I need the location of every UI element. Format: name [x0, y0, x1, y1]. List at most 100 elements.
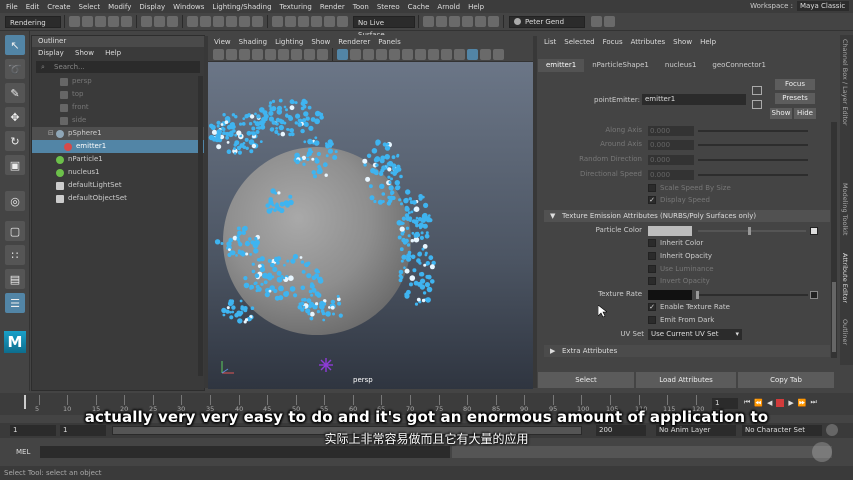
wireframe-icon[interactable]	[350, 49, 361, 60]
select-button[interactable]: Select	[538, 372, 634, 388]
invert-opacity-checkbox[interactable]: Invert Opacity	[648, 277, 710, 285]
menu-help[interactable]: Help	[468, 3, 484, 11]
sidetab-modeling-toolkit[interactable]: Modeling Toolkit	[841, 183, 849, 235]
menu-create[interactable]: Create	[47, 3, 70, 11]
snap-curve-icon[interactable]	[285, 16, 296, 27]
bookmark-icon[interactable]	[239, 49, 250, 60]
ae-menu-show[interactable]: Show	[673, 38, 692, 46]
load-attributes-button[interactable]: Load Attributes	[636, 372, 736, 388]
menu-lighting-shading[interactable]: Lighting/Shading	[212, 3, 271, 11]
outliner-menu-show[interactable]: Show	[75, 49, 94, 57]
menu-cache[interactable]: Cache	[408, 3, 430, 11]
mel-command-input[interactable]	[40, 446, 450, 458]
particle-color-swatch[interactable]	[648, 226, 692, 236]
select-component-icon[interactable]	[167, 16, 178, 27]
outliner-menu-help[interactable]: Help	[105, 49, 121, 57]
hide-button[interactable]: Hide	[794, 108, 816, 119]
ae-scrollbar[interactable]	[831, 122, 837, 358]
menu-render[interactable]: Render	[320, 3, 345, 11]
mask-icon[interactable]	[187, 16, 198, 27]
menu-select[interactable]: Select	[79, 3, 101, 11]
random-direction-field[interactable]: 0.000	[648, 155, 694, 165]
viewport-menu-panels[interactable]: Panels	[378, 38, 401, 46]
menu-toon[interactable]: Toon	[353, 3, 369, 11]
search-icon[interactable]	[591, 16, 602, 27]
history-icon[interactable]	[423, 16, 434, 27]
user-account-dropdown[interactable]: Peter Gend	[509, 15, 585, 28]
textured-icon[interactable]	[389, 49, 400, 60]
tab-emitter1[interactable]: emitter1	[538, 58, 585, 72]
ae-menu-focus[interactable]: Focus	[603, 38, 623, 46]
menu-arnold[interactable]: Arnold	[437, 3, 460, 11]
menuset-dropdown[interactable]: Rendering	[5, 15, 61, 28]
depth-of-field-icon[interactable]	[467, 49, 478, 60]
tab-nucleus1[interactable]: nucleus1	[657, 59, 705, 72]
mask-icon[interactable]	[200, 16, 211, 27]
ipr-render-icon[interactable]	[449, 16, 460, 27]
outliner-item-front[interactable]: front	[32, 101, 204, 114]
mask-icon[interactable]	[252, 16, 263, 27]
current-time-marker[interactable]	[24, 395, 26, 409]
step-forward-key-icon[interactable]: ⏩	[798, 399, 807, 407]
collapse-icon[interactable]: ⊟	[48, 127, 56, 140]
go-to-end-icon[interactable]: ⏭	[811, 398, 817, 407]
snap-live-icon[interactable]	[324, 16, 335, 27]
outliner-item-psphere1[interactable]: ⊟ pSphere1	[32, 127, 204, 140]
paint-select-icon[interactable]: ✎	[5, 83, 25, 103]
open-scene-icon[interactable]	[82, 16, 93, 27]
viewport-menu-shading[interactable]: Shading	[239, 38, 267, 46]
focus-button[interactable]: Focus	[775, 79, 815, 90]
focus-arrow-icon[interactable]	[752, 86, 762, 95]
film-gate-icon[interactable]	[265, 49, 276, 60]
around-axis-slider[interactable]	[698, 144, 808, 146]
lights-icon[interactable]	[402, 49, 413, 60]
scale-tool-icon[interactable]: ▣	[5, 155, 25, 175]
around-axis-field[interactable]: 0.000	[648, 140, 694, 150]
sidetab-outliner[interactable]: Outliner	[841, 319, 849, 345]
outliner-item-nucleus1[interactable]: nucleus1	[32, 166, 204, 179]
scrollbar-thumb[interactable]	[832, 282, 836, 352]
random-direction-slider[interactable]	[698, 159, 808, 161]
redo-icon[interactable]	[121, 16, 132, 27]
four-view-layout-icon[interactable]: ∷	[5, 245, 25, 265]
live-surface-field[interactable]: No Live Surface	[353, 15, 415, 39]
arnold-render-icon[interactable]	[488, 16, 499, 27]
menu-texturing[interactable]: Texturing	[280, 3, 312, 11]
scale-speed-by-size-checkbox[interactable]: Scale Speed By Size	[648, 184, 731, 192]
tab-geoconnector1[interactable]: geoConnector1	[704, 59, 774, 72]
render-icon[interactable]	[436, 16, 447, 27]
use-luminance-checkbox[interactable]: Use Luminance	[648, 265, 714, 273]
slider-handle[interactable]	[748, 227, 751, 235]
display-speed-checkbox[interactable]: ✓ Display Speed	[648, 196, 710, 204]
mask-icon[interactable]	[239, 16, 250, 27]
resolution-gate-icon[interactable]	[278, 49, 289, 60]
menu-edit[interactable]: Edit	[26, 3, 40, 11]
viewport-menu-lighting[interactable]: Lighting	[275, 38, 303, 46]
select-tool-icon[interactable]: ↖	[5, 35, 25, 55]
node-name-field[interactable]: emitter1	[642, 94, 746, 105]
move-tool-icon[interactable]: ✥	[5, 107, 25, 127]
xray-icon[interactable]	[493, 49, 504, 60]
outliner-item-persp[interactable]: persp	[32, 75, 204, 88]
smooth-shade-icon[interactable]	[363, 49, 374, 60]
along-axis-field[interactable]: 0.000	[648, 126, 694, 136]
section-texture-emission[interactable]: ▼ Texture Emission Attributes (NURBS/Pol…	[544, 210, 830, 222]
lasso-tool-icon[interactable]: ➰	[5, 59, 25, 79]
particle-color-slider[interactable]	[698, 230, 806, 232]
perspective-viewport[interactable]: persp	[208, 62, 533, 389]
menu-file[interactable]: File	[6, 3, 18, 11]
safe-action-icon[interactable]	[317, 49, 328, 60]
panel-splitter[interactable]	[204, 36, 208, 388]
uv-set-dropdown[interactable]: Use Current UV Set ▾	[648, 329, 742, 340]
outliner-search-input[interactable]: ⌕ Search...	[36, 61, 200, 73]
sidebar-toggle-icon[interactable]	[604, 16, 615, 27]
mask-icon[interactable]	[226, 16, 237, 27]
slider-handle[interactable]	[696, 291, 699, 299]
menu-stereo[interactable]: Stereo	[377, 3, 400, 11]
last-tool-icon[interactable]: ◎	[5, 191, 25, 211]
outliner-item-top[interactable]: top	[32, 88, 204, 101]
snap-view-icon[interactable]	[311, 16, 322, 27]
hypershade-icon[interactable]	[475, 16, 486, 27]
directional-speed-slider[interactable]	[698, 174, 808, 176]
outliner-item-nparticle1[interactable]: nParticle1	[32, 153, 204, 166]
